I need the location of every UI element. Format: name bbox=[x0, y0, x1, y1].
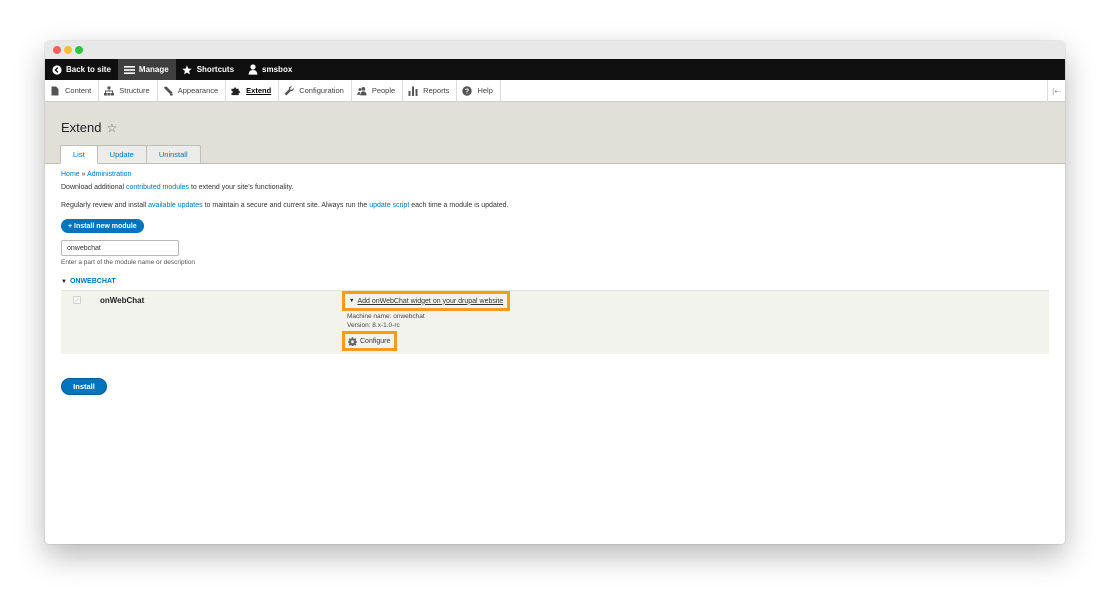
breadcrumb: Home » Administration bbox=[61, 171, 1051, 178]
package-toggle-onwebchat[interactable]: ▼ ONWEBCHAT bbox=[61, 278, 1051, 285]
collapse-icon: |⇠ bbox=[1052, 86, 1061, 96]
people-icon bbox=[357, 86, 367, 96]
tray-item-configuration[interactable]: Configuration bbox=[279, 80, 352, 101]
update-script-link[interactable]: update script bbox=[369, 202, 409, 209]
wrench-icon bbox=[284, 85, 294, 96]
tray-item-appearance[interactable]: Appearance bbox=[158, 80, 227, 101]
tray-orientation-toggle[interactable]: |⇠ bbox=[1047, 80, 1065, 102]
back-to-site-label: Back to site bbox=[66, 65, 111, 74]
tab-update[interactable]: Update bbox=[96, 145, 147, 163]
admin-toolbar: Back to site Manage Shortcuts smsbox bbox=[45, 59, 1065, 80]
breadcrumb-separator: » bbox=[81, 171, 86, 178]
manage-label: Manage bbox=[138, 65, 169, 74]
back-to-site-link[interactable]: Back to site bbox=[45, 59, 118, 80]
caret-down-icon: ▼ bbox=[349, 298, 355, 305]
tray-item-help[interactable]: ? Help bbox=[457, 80, 501, 101]
tray-item-content[interactable]: Content bbox=[45, 80, 100, 101]
breadcrumb-admin-link[interactable]: Administration bbox=[87, 171, 131, 178]
install-button[interactable]: Install bbox=[61, 378, 107, 395]
tray-item-label: Configuration bbox=[299, 86, 344, 95]
configure-link[interactable]: Configure bbox=[342, 331, 398, 352]
module-description: Add onWebChat widget on your drupal webs… bbox=[357, 297, 504, 305]
star-icon bbox=[182, 64, 193, 75]
package-name: ONWEBCHAT bbox=[69, 278, 116, 286]
svg-text:?: ? bbox=[465, 88, 469, 95]
tray-item-label: Content bbox=[65, 86, 92, 95]
tray-item-label: Extend bbox=[246, 86, 272, 95]
module-machine-name: Machine name: onwebchat bbox=[347, 313, 425, 321]
tray-item-reports[interactable]: Reports bbox=[403, 80, 458, 101]
filter-description: Enter a part of the module name or descr… bbox=[61, 259, 196, 267]
hamburger-icon bbox=[123, 64, 135, 75]
help-icon: ? bbox=[462, 85, 473, 96]
user-menu[interactable]: smsbox bbox=[241, 59, 299, 80]
primary-tabs: List Update Uninstall bbox=[60, 145, 201, 164]
tray-item-people[interactable]: People bbox=[352, 80, 404, 101]
install-new-module-button[interactable]: + Install new module bbox=[61, 219, 144, 234]
intro-download: Download additional contributed modules … bbox=[61, 183, 1051, 192]
close-window-button[interactable] bbox=[53, 46, 61, 54]
puzzle-icon bbox=[231, 86, 241, 96]
tray-item-label: Structure bbox=[119, 86, 150, 95]
browser-window: Back to site Manage Shortcuts smsbox Con… bbox=[45, 41, 1065, 544]
back-arrow-icon bbox=[51, 64, 62, 75]
module-checkbox[interactable]: ✓ bbox=[73, 296, 81, 305]
page-title-text: Extend bbox=[61, 120, 102, 135]
main-content: Home » Administration Download additiona… bbox=[61, 171, 1051, 355]
breadcrumb-home-link[interactable]: Home bbox=[61, 171, 80, 178]
tab-uninstall[interactable]: Uninstall bbox=[145, 145, 201, 163]
tray-item-label: People bbox=[371, 86, 396, 95]
shortcuts-label: Shortcuts bbox=[196, 65, 235, 74]
intro-text: to extend your site's functionality. bbox=[189, 184, 294, 191]
contributed-modules-link[interactable]: contributed modules bbox=[126, 184, 189, 191]
user-icon bbox=[247, 64, 258, 75]
file-icon bbox=[50, 86, 60, 96]
admin-tray: Content Structure Appearance Extend Conf… bbox=[45, 80, 1065, 102]
bar-chart-icon bbox=[408, 86, 418, 96]
module-version: Version: 8.x-1.0-rc bbox=[347, 322, 400, 330]
tab-list[interactable]: List bbox=[60, 145, 98, 164]
user-label: smsbox bbox=[262, 65, 293, 74]
intro-text: Download additional bbox=[61, 184, 126, 191]
page-title: Extend ☆ bbox=[61, 120, 117, 135]
tray-item-extend[interactable]: Extend bbox=[226, 80, 280, 101]
module-filter-input[interactable] bbox=[61, 240, 179, 257]
minimize-window-button[interactable] bbox=[64, 46, 72, 54]
module-description-toggle[interactable]: ▼ Add onWebChat widget on your drupal we… bbox=[342, 291, 511, 312]
module-name: onWebChat bbox=[100, 296, 145, 306]
configure-label: Configure bbox=[360, 337, 391, 345]
maximize-window-button[interactable] bbox=[75, 46, 83, 54]
tray-item-label: Reports bbox=[423, 86, 450, 95]
tray-item-structure[interactable]: Structure bbox=[99, 80, 158, 101]
sitemap-icon bbox=[104, 86, 115, 96]
intro-text: to maintain a secure and current site. A… bbox=[202, 202, 370, 210]
shortcuts-menu[interactable]: Shortcuts bbox=[176, 59, 241, 80]
intro-updates: Regularly review and install available u… bbox=[61, 201, 1051, 210]
gear-icon bbox=[348, 336, 357, 346]
manage-menu[interactable]: Manage bbox=[117, 59, 176, 80]
brush-icon bbox=[163, 86, 173, 96]
tray-item-label: Help bbox=[477, 86, 493, 95]
module-row: ✓ onWebChat ▼ Add onWebChat widget on yo… bbox=[61, 290, 1049, 355]
tray-item-label: Appearance bbox=[177, 86, 219, 95]
shortcut-star-icon[interactable]: ☆ bbox=[106, 121, 117, 135]
page-header: Extend ☆ List Update Uninstall bbox=[45, 102, 1065, 164]
intro-text: each time a module is updated. bbox=[409, 202, 509, 210]
available-updates-link[interactable]: available updates bbox=[148, 202, 203, 209]
caret-down-icon: ▼ bbox=[61, 278, 67, 285]
window-titlebar bbox=[45, 41, 1065, 59]
intro-text: Regularly review and install bbox=[61, 202, 149, 210]
